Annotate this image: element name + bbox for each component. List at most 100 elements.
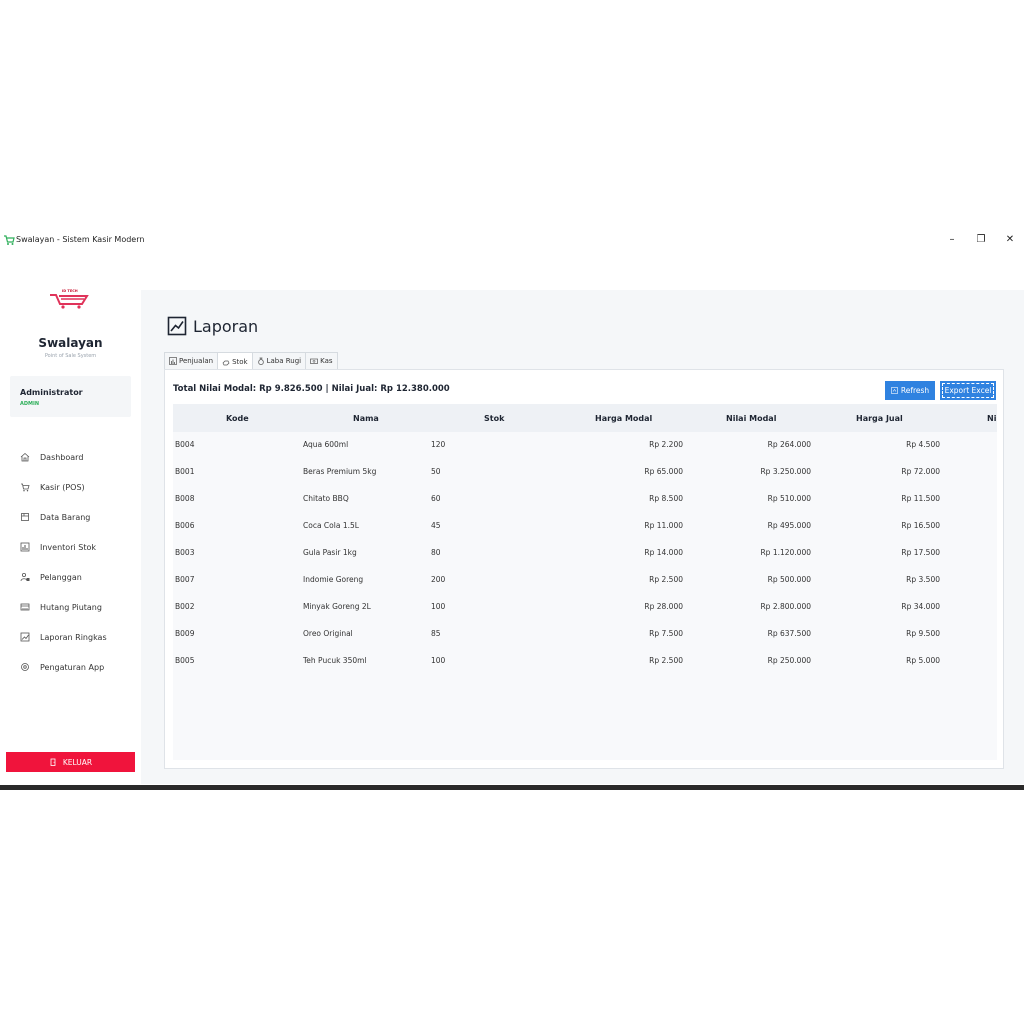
close-button[interactable]: ✕: [1002, 232, 1018, 248]
logout-button[interactable]: KELUAR: [6, 752, 135, 772]
tab-label: Stok: [232, 357, 248, 366]
table-cell: Rp 3.500: [906, 575, 940, 584]
table-row[interactable]: B006 Coca Cola 1.5L 45 Rp 11.000 Rp 495.000 R…: [173, 513, 997, 540]
user-name: Administrator: [20, 388, 83, 397]
table-cell: Teh Pucuk 350ml: [303, 656, 367, 665]
sidebar-item-dashboard[interactable]: Dashboard: [20, 447, 135, 467]
table-cell: Rp 8.500: [649, 494, 683, 503]
table-cell: 50: [431, 467, 441, 476]
table-row[interactable]: B001 Beras Premium 5kg 50 Rp 65.000 Rp 3.250…: [173, 459, 997, 486]
home-icon: [20, 452, 30, 462]
table-cell: B007: [175, 575, 195, 584]
app-window: Swalayan - Sistem Kasir Modern – ❐ ✕ ID …: [0, 226, 1024, 790]
brand-logo: ID TECH: [50, 289, 89, 309]
tab-stok[interactable]: Stok: [217, 352, 253, 370]
main-content: Laporan Penjualan Stok Laba Rugi Kas Tot…: [141, 290, 1024, 784]
table-cell: Rp 5.000: [906, 656, 940, 665]
cart-icon: [21, 483, 30, 492]
refresh-button[interactable]: Refresh: [885, 381, 935, 400]
column-header-nilai-jual[interactable]: Ni: [987, 414, 996, 423]
window-title: Swalayan - Sistem Kasir Modern: [16, 235, 145, 244]
table-cell: Chitato BBQ: [303, 494, 349, 503]
table-cell: 100: [431, 602, 446, 611]
tab-laba-rugi[interactable]: Laba Rugi: [251, 352, 307, 369]
column-header-harga-jual[interactable]: Harga Jual: [856, 414, 903, 423]
sidebar-item-label: Hutang Piutang: [40, 602, 102, 612]
table-row[interactable]: B005 Teh Pucuk 350ml 100 Rp 2.500 Rp 250.000…: [173, 648, 997, 675]
table-cell: 45: [431, 521, 441, 530]
sidebar-item-inventori[interactable]: Inventori Stok: [20, 537, 135, 557]
table-cell: B003: [175, 548, 195, 557]
table-cell: Rp 11.500: [901, 494, 940, 503]
table-cell: Rp 637.500: [767, 629, 811, 638]
table-cell: Rp 2.800.000: [760, 602, 811, 611]
page-title-text: Laporan: [193, 316, 259, 336]
gear-icon: [21, 663, 29, 671]
column-header-stok[interactable]: Stok: [484, 414, 504, 423]
column-header-nilai-modal[interactable]: Nilai Modal: [726, 414, 776, 423]
table-cell: Minyak Goreng 2L: [303, 602, 371, 611]
brand-name: Swalayan: [38, 336, 103, 350]
sidebar-item-hutang-piutang[interactable]: Hutang Piutang: [20, 597, 135, 617]
sidebar-item-label: Laporan Ringkas: [40, 632, 107, 642]
table-cell: 120: [431, 440, 446, 449]
table-cell: B006: [175, 521, 195, 530]
table-cell: B009: [175, 629, 195, 638]
table-cell: Rp 500.000: [767, 575, 811, 584]
tab-penjualan[interactable]: Penjualan: [164, 352, 219, 369]
column-header-nama[interactable]: Nama: [353, 414, 379, 423]
table-cell: Rp 4.500: [906, 440, 940, 449]
table-cell: Coca Cola 1.5L: [303, 521, 359, 530]
users-icon: [20, 572, 30, 582]
table-row[interactable]: B002 Minyak Goreng 2L 100 Rp 28.000 Rp 2.800…: [173, 594, 997, 621]
table-cell: 80: [431, 548, 441, 557]
table-row[interactable]: B007 Indomie Goreng 200 Rp 2.500 Rp 500.000 R…: [173, 567, 997, 594]
table-cell: Aqua 600ml: [303, 440, 349, 449]
table-cell: Rp 28.000: [644, 602, 683, 611]
table-cell: Rp 7.500: [649, 629, 683, 638]
page-title: Laporan: [167, 316, 258, 336]
table-cell: Beras Premium 5kg: [303, 467, 377, 476]
minimize-button[interactable]: –: [944, 232, 960, 248]
table-row[interactable]: B003 Gula Pasir 1kg 80 Rp 14.000 Rp 1.120.00…: [173, 540, 997, 567]
sidebar-item-label: Data Barang: [40, 512, 91, 522]
table-cell: Rp 3.250.000: [760, 467, 811, 476]
tab-kas[interactable]: Kas: [305, 352, 338, 369]
table-cell: Rp 2.500: [649, 575, 683, 584]
user-role: ADMIN: [20, 401, 40, 407]
column-header-harga-modal[interactable]: Harga Modal: [595, 414, 652, 423]
sidebar-item-kasir[interactable]: Kasir (POS): [20, 477, 135, 497]
refresh-label: Refresh: [900, 386, 930, 395]
table-cell: Rp 14.000: [644, 548, 683, 557]
hand-icon: [222, 360, 230, 365]
sidebar-item-data-barang[interactable]: Data Barang: [20, 507, 135, 527]
table-row[interactable]: B008 Chitato BBQ 60 Rp 8.500 Rp 510.000 Rp 11…: [173, 486, 997, 513]
table-cell: Rp 510.000: [767, 494, 811, 503]
tab-label: Kas: [320, 357, 333, 365]
table-cell: Rp 264.000: [767, 440, 811, 449]
export-excel-button[interactable]: Export Excel: [940, 381, 996, 400]
table-cell: B001: [175, 467, 195, 476]
table-cell: Rp 2.200: [649, 440, 683, 449]
chart-bar-icon: [169, 357, 177, 365]
sidebar-item-label: Dashboard: [40, 452, 84, 462]
taskbar-strip: [0, 785, 1024, 790]
sidebar-item-label: Kasir (POS): [40, 482, 85, 492]
maximize-button[interactable]: ❐: [973, 232, 989, 248]
money-bag-icon: [257, 357, 264, 365]
sidebar-item-laporan[interactable]: Laporan Ringkas: [20, 627, 135, 647]
table-cell: Rp 495.000: [767, 521, 811, 530]
table-cell: Oreo Original: [303, 629, 353, 638]
sidebar-item-label: Pengaturan App: [40, 662, 105, 672]
report-tabs: Penjualan Stok Laba Rugi Kas: [164, 352, 338, 370]
column-header-kode[interactable]: Kode: [226, 414, 249, 423]
table-cell: Rp 2.500: [649, 656, 683, 665]
table-cell: 85: [431, 629, 441, 638]
stok-panel: Total Nilai Modal: Rp 9.826.500 | Nilai …: [164, 369, 1004, 769]
sidebar-item-pelanggan[interactable]: Pelanggan: [20, 567, 135, 587]
table-row[interactable]: B009 Oreo Original 85 Rp 7.500 Rp 637.500 Rp …: [173, 621, 997, 648]
sidebar-item-pengaturan[interactable]: Pengaturan App: [20, 657, 135, 677]
table-cell: 100: [431, 656, 446, 665]
tab-label: Laba Rugi: [266, 357, 302, 365]
table-row[interactable]: B004 Aqua 600ml 120 Rp 2.200 Rp 264.000 Rp 4.…: [173, 432, 997, 459]
